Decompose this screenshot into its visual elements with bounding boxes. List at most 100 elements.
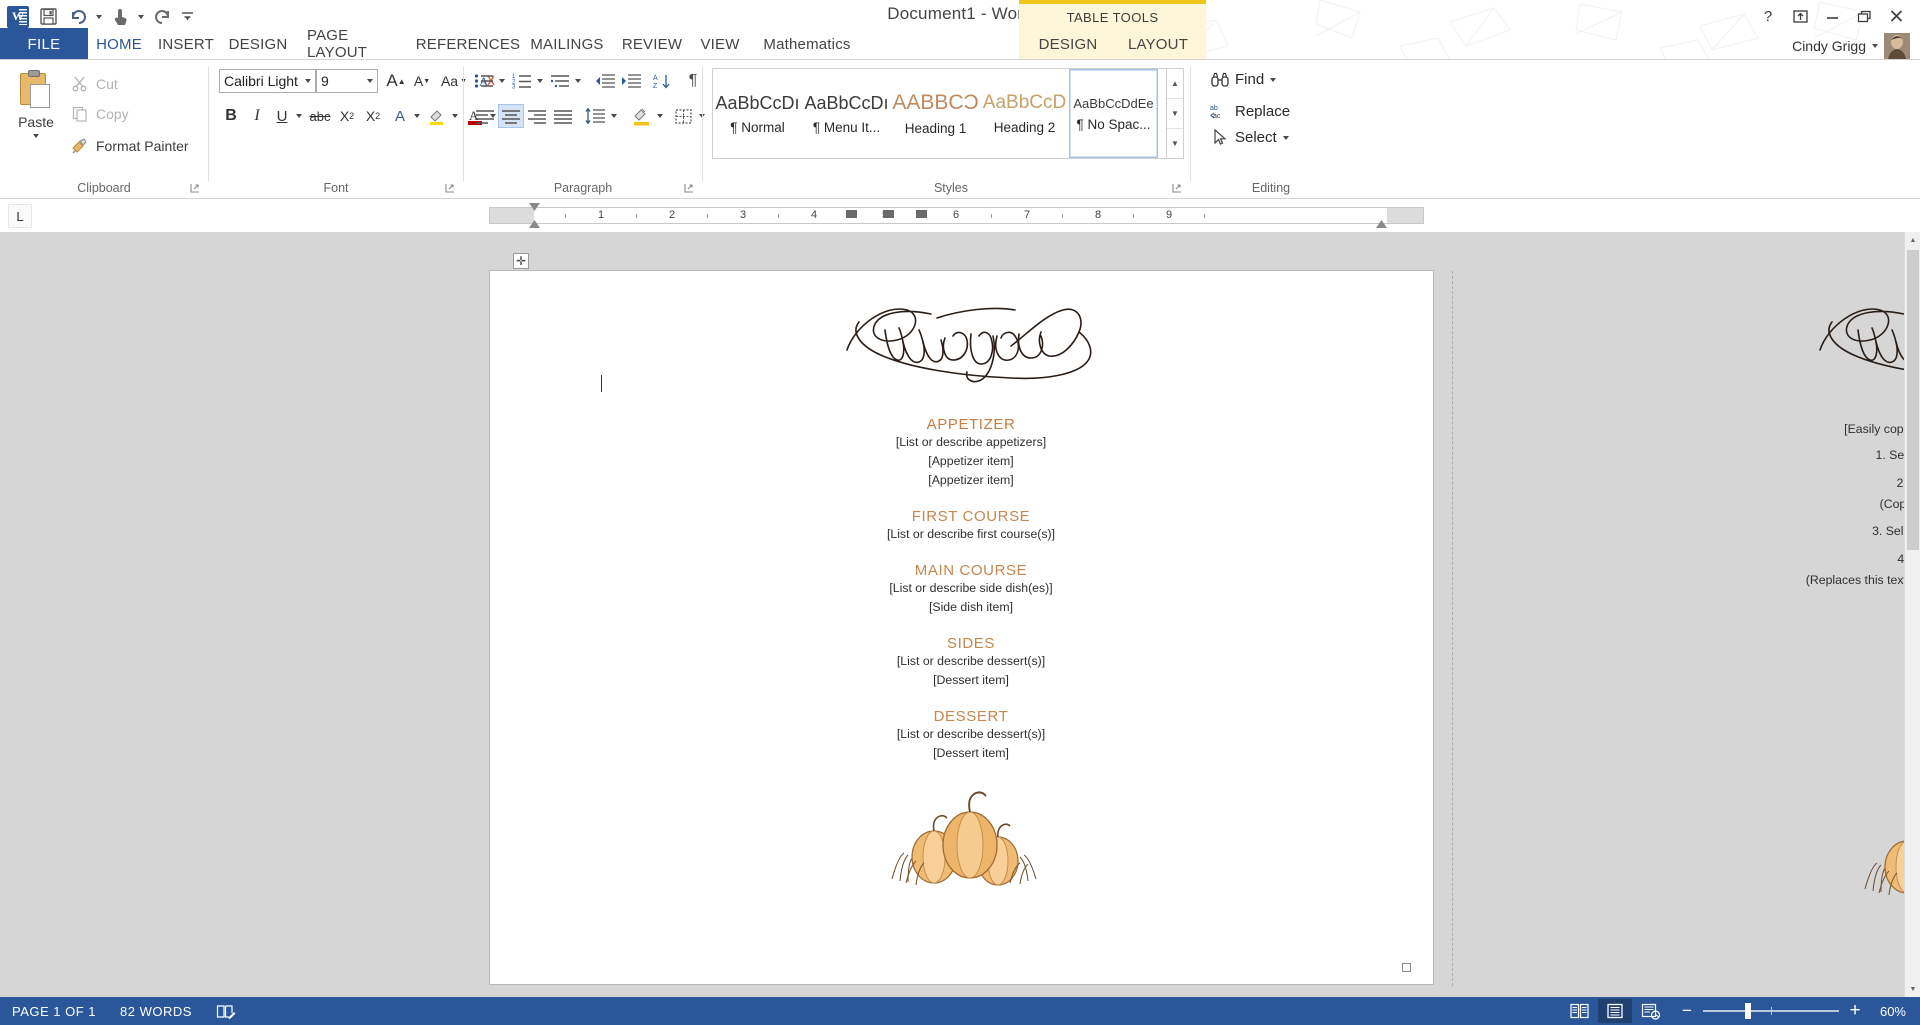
grow-font-button[interactable]: A ▲	[384, 69, 408, 93]
document-canvas[interactable]: APPETIZER [List or describe appetizers] …	[0, 232, 1920, 997]
style-item-heading-2[interactable]: AaBbCcD Heading 2	[980, 69, 1069, 158]
text-highlight-dropdown-icon[interactable]	[449, 104, 461, 128]
tab-stop-marker[interactable]	[883, 210, 894, 218]
menu-right-panel[interactable]: [Easily copy your menu. Here’s how: 1. S…	[1452, 271, 1920, 986]
tab-review[interactable]: REVIEW	[614, 28, 690, 60]
style-item-no-spacing[interactable]: AaBbCcDdEe ¶ No Spac...	[1069, 69, 1158, 158]
tab-mailings[interactable]: MAILINGS	[522, 28, 612, 60]
horizontal-ruler[interactable]: 1 2 3 4 5 6 7 8 9	[489, 203, 1424, 228]
style-item-normal[interactable]: AaBbCcDı ¶ Normal	[713, 69, 802, 158]
multilevel-list-button[interactable]	[548, 69, 572, 93]
proofing-errors-icon[interactable]	[204, 997, 248, 1025]
scroll-up-icon[interactable]: ▲	[1905, 232, 1920, 248]
decrease-indent-button[interactable]	[592, 69, 618, 93]
superscript-button[interactable]: X2	[361, 104, 385, 128]
styles-more-icon[interactable]: ▼	[1167, 128, 1183, 158]
center-button[interactable]	[498, 104, 524, 128]
styles-gallery[interactable]: AaBbCcDı ¶ Normal AaBbCcDı ¶ Menu It... …	[712, 68, 1167, 159]
bold-button[interactable]: B	[219, 104, 243, 128]
italic-button[interactable]: I	[245, 104, 269, 128]
tip-text-block[interactable]: [Easily copy your menu. Here’s how: 1. S…	[1806, 416, 1920, 590]
tab-insert[interactable]: INSERT	[152, 28, 220, 60]
style-item-heading-1[interactable]: AABBCƆ Heading 1	[891, 69, 980, 158]
align-left-button[interactable]	[472, 104, 498, 128]
help-icon[interactable]: ?	[1752, 4, 1784, 28]
subscript-button[interactable]: X2	[335, 104, 359, 128]
text-highlight-button[interactable]	[425, 104, 449, 128]
zoom-level-label[interactable]: 60%	[1870, 1004, 1906, 1019]
tab-mathematics[interactable]: Mathematics	[750, 28, 864, 60]
minimize-icon[interactable]	[1816, 4, 1848, 28]
copy-button[interactable]: Copy	[70, 102, 129, 126]
restore-icon[interactable]	[1848, 4, 1880, 28]
close-icon[interactable]	[1880, 4, 1912, 28]
paragraph-dialog-launcher[interactable]	[684, 183, 696, 195]
tab-stop-marker[interactable]	[916, 210, 927, 218]
tab-home[interactable]: HOME	[88, 28, 150, 60]
sort-button[interactable]: AZ	[650, 69, 676, 93]
zoom-track[interactable]	[1703, 1003, 1839, 1019]
styles-dialog-launcher[interactable]	[1172, 183, 1184, 195]
strikethrough-button[interactable]: abc	[307, 104, 333, 128]
tab-design[interactable]: DESIGN	[222, 28, 294, 60]
tab-table-layout[interactable]: LAYOUT	[1120, 28, 1196, 60]
numbering-button[interactable]: 123	[510, 69, 534, 93]
zoom-in-button[interactable]: +	[1848, 1000, 1862, 1022]
tab-stop-marker[interactable]	[846, 210, 857, 218]
styles-scroll-up-icon[interactable]: ▲	[1167, 69, 1183, 98]
clipboard-dialog-launcher[interactable]	[190, 183, 202, 195]
web-layout-icon[interactable]	[1634, 999, 1668, 1023]
scroll-down-icon[interactable]: ▼	[1905, 981, 1920, 997]
zoom-out-button[interactable]: −	[1680, 1001, 1694, 1021]
tab-file[interactable]: FILE	[0, 28, 88, 60]
font-size-combobox[interactable]: 9	[316, 69, 378, 93]
styles-gallery-scroll[interactable]: ▲ ▼ ▼	[1167, 68, 1184, 159]
justify-button[interactable]	[550, 104, 576, 128]
font-name-dropdown-icon[interactable]	[300, 70, 315, 92]
vertical-scrollbar[interactable]: ▲ ▼	[1904, 232, 1920, 997]
find-button[interactable]: Find	[1210, 70, 1277, 89]
font-name-combobox[interactable]: Calibri Light (	[219, 69, 316, 93]
underline-dropdown-icon[interactable]	[293, 104, 305, 128]
select-dropdown-icon[interactable]	[1282, 135, 1289, 140]
menu-left-panel[interactable]: APPETIZER [List or describe appetizers] …	[490, 271, 1452, 986]
find-dropdown-icon[interactable]	[1270, 77, 1277, 82]
print-layout-icon[interactable]	[1598, 999, 1632, 1023]
page-indicator[interactable]: PAGE 1 OF 1	[0, 997, 108, 1025]
styles-scroll-down-icon[interactable]: ▼	[1167, 98, 1183, 128]
shrink-font-button[interactable]: A ▼	[410, 69, 434, 93]
table-move-handle[interactable]: ✛	[513, 253, 529, 269]
shading-dropdown-icon[interactable]	[654, 104, 666, 128]
increase-indent-button[interactable]	[618, 69, 644, 93]
word-count[interactable]: 82 WORDS	[108, 997, 204, 1025]
window-controls[interactable]: ?	[1752, 4, 1912, 28]
select-button[interactable]: Select	[1210, 128, 1289, 147]
status-bar[interactable]: PAGE 1 OF 1 82 WORDS − + 60%	[0, 997, 1920, 1025]
tab-table-design[interactable]: DESIGN	[1030, 28, 1106, 60]
font-size-dropdown-icon[interactable]	[362, 70, 377, 92]
cut-button[interactable]: Cut	[70, 72, 118, 96]
shading-button[interactable]	[628, 104, 654, 128]
paste-dropdown-icon[interactable]	[33, 134, 39, 138]
ribbon-display-options-icon[interactable]	[1784, 4, 1816, 28]
read-mode-icon[interactable]	[1562, 999, 1596, 1023]
borders-button[interactable]	[670, 104, 696, 128]
bullets-button[interactable]	[472, 69, 496, 93]
table-resize-handle[interactable]	[1402, 963, 1411, 972]
line-spacing-button[interactable]	[582, 104, 608, 128]
zoom-slider[interactable]: − +	[1680, 1000, 1862, 1022]
tab-references[interactable]: REFERENCES	[416, 28, 520, 60]
text-effects-dropdown-icon[interactable]	[411, 104, 423, 128]
bullets-dropdown-icon[interactable]	[496, 69, 508, 93]
paste-button[interactable]: Paste	[8, 68, 64, 160]
ribbon-tab-strip[interactable]: FILE HOME INSERT DESIGN PAGE LAYOUT REFE…	[0, 27, 1920, 61]
font-dialog-launcher[interactable]	[445, 183, 457, 195]
right-indent-marker[interactable]	[1376, 220, 1387, 228]
align-right-button[interactable]	[524, 104, 550, 128]
tab-stop-selector[interactable]: L	[8, 204, 32, 228]
format-painter-button[interactable]: Format Painter	[70, 134, 189, 158]
style-item-menu-item[interactable]: AaBbCcDı ¶ Menu It...	[802, 69, 891, 158]
multilevel-list-dropdown-icon[interactable]	[572, 69, 584, 93]
replace-button[interactable]: ab ac Replace	[1210, 102, 1290, 121]
numbering-dropdown-icon[interactable]	[534, 69, 546, 93]
